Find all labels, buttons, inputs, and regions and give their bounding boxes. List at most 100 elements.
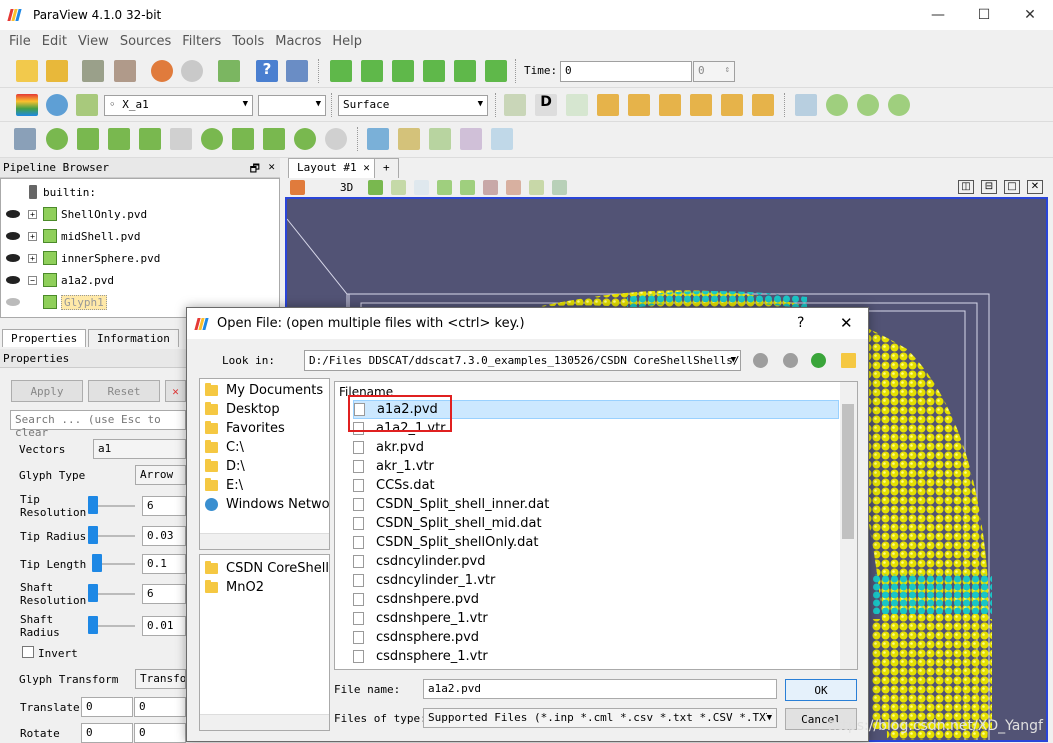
stream-tracer-icon[interactable]	[232, 128, 254, 150]
translate-y-input[interactable]: 0	[134, 697, 186, 717]
calculator-icon[interactable]	[14, 128, 36, 150]
loop-icon[interactable]	[485, 60, 507, 82]
dialog-help-button[interactable]: ?	[797, 315, 804, 331]
tip-radius-input[interactable]: 0.03	[142, 526, 186, 546]
select-points-icon[interactable]	[414, 180, 429, 195]
place-my-documents[interactable]: My Documents	[205, 381, 323, 400]
place-windows-network[interactable]: Windows Network	[205, 495, 330, 514]
tab-information[interactable]: Information	[88, 329, 179, 347]
menu-sources[interactable]: Sources	[120, 34, 171, 49]
parent-folder-icon[interactable]	[811, 353, 826, 368]
split-vertical-icon[interactable]: ◫	[958, 180, 974, 194]
save-data-icon[interactable]	[46, 60, 68, 82]
look-in-select[interactable]: D:/Files DDSCAT/ddscat7.3.0_examples_130…	[304, 350, 741, 371]
menu-help[interactable]: Help	[332, 34, 362, 49]
clip-icon[interactable]	[77, 128, 99, 150]
glyph-transform-select[interactable]: Transform	[135, 669, 186, 689]
expand-icon[interactable]: +	[28, 232, 37, 241]
component-select[interactable]: ▼	[258, 95, 326, 116]
select-surface-icon[interactable]	[391, 180, 406, 195]
tab-properties[interactable]: Properties	[2, 329, 86, 347]
view-minus-z-icon[interactable]	[752, 94, 774, 116]
group-datasets-icon[interactable]	[294, 128, 316, 150]
camera-icon[interactable]	[368, 180, 383, 195]
place-e-drive[interactable]: E:\	[205, 476, 243, 495]
forward-icon[interactable]	[783, 353, 798, 368]
undo-icon[interactable]	[151, 60, 173, 82]
tip-length-slider[interactable]	[92, 554, 102, 572]
disconnect-icon[interactable]	[114, 60, 136, 82]
extract-subset-icon[interactable]	[170, 128, 192, 150]
time-index-spinbox[interactable]: 0⇕	[693, 61, 735, 82]
minimize-button[interactable]: —	[915, 0, 961, 30]
file-row[interactable]: akr_1.vtr	[353, 457, 839, 476]
close-tab-icon[interactable]: ✕	[363, 161, 370, 174]
reset-camera-icon[interactable]	[504, 94, 526, 116]
tab-layout-1[interactable]: Layout #1 ✕	[288, 158, 379, 178]
color-map-icon[interactable]	[16, 94, 38, 116]
zoom-to-data-icon[interactable]: D	[535, 94, 557, 116]
file-row[interactable]: csdncylinder_1.vtr	[353, 571, 839, 590]
plot-data-icon[interactable]	[460, 128, 482, 150]
tip-resolution-slider[interactable]	[88, 496, 98, 514]
show-center-icon[interactable]	[795, 94, 817, 116]
invert-checkbox[interactable]	[22, 646, 34, 658]
last-frame-icon[interactable]	[454, 60, 476, 82]
pipeline-item-midshell[interactable]: + midShell.pvd	[1, 225, 279, 247]
help-icon[interactable]: ?	[256, 60, 278, 82]
back-icon[interactable]	[753, 353, 768, 368]
slice-icon[interactable]	[108, 128, 130, 150]
places-scrollbar[interactable]	[200, 533, 329, 549]
recent-mno2[interactable]: MnO2	[205, 578, 264, 597]
menu-macros[interactable]: Macros	[275, 34, 321, 49]
close-view-icon[interactable]: ✕	[1027, 180, 1043, 194]
delete-button[interactable]: ✕	[165, 380, 186, 402]
histogram-icon[interactable]	[429, 128, 451, 150]
extract-level-icon[interactable]	[325, 128, 347, 150]
connect-icon[interactable]	[82, 60, 104, 82]
menu-edit[interactable]: Edit	[42, 34, 67, 49]
view-minus-x-icon[interactable]	[628, 94, 650, 116]
ok-button[interactable]: OK	[785, 679, 857, 701]
undock-icon[interactable]: 🗗	[250, 160, 260, 179]
eye-icon[interactable]	[6, 210, 20, 218]
file-row[interactable]: CSDN_Split_shell_mid.dat	[353, 514, 839, 533]
eye-icon[interactable]	[6, 276, 20, 284]
menu-file[interactable]: File	[9, 34, 31, 49]
reset-center-icon[interactable]	[826, 94, 848, 116]
file-row[interactable]: akr.pvd	[353, 438, 839, 457]
recent-scrollbar[interactable]	[200, 714, 329, 730]
file-row[interactable]: csdnsphere_1.vtr	[353, 647, 839, 666]
color-array-select[interactable]: ◦ X_a1▼	[104, 95, 253, 116]
translate-x-input[interactable]: 0	[81, 697, 133, 717]
threshold-icon[interactable]	[139, 128, 161, 150]
shaft-resolution-input[interactable]: 6	[142, 584, 186, 604]
view-minus-y-icon[interactable]	[690, 94, 712, 116]
file-row[interactable]: csdnshpere_1.vtr	[353, 609, 839, 628]
tip-length-input[interactable]: 0.1	[142, 554, 186, 574]
scrollbar-thumb[interactable]	[842, 404, 854, 539]
eye-icon[interactable]	[6, 254, 20, 262]
view-3d-button[interactable]: 3D	[340, 181, 353, 194]
file-type-select[interactable]: Supported Files (*.inp *.cml *.csv *.txt…	[423, 708, 777, 728]
pick-center-icon[interactable]	[286, 60, 308, 82]
close-icon[interactable]: ✕	[268, 160, 275, 173]
shaft-resolution-slider[interactable]	[88, 584, 98, 602]
file-name-input[interactable]: a1a2.pvd	[423, 679, 777, 699]
view-plus-z-icon[interactable]	[721, 94, 743, 116]
play-icon[interactable]	[392, 60, 414, 82]
color-legend-icon[interactable]	[46, 94, 68, 116]
next-frame-icon[interactable]	[423, 60, 445, 82]
glyph-type-select[interactable]: Arrow	[135, 465, 186, 485]
select-frustum-icon[interactable]	[437, 180, 452, 195]
plot-over-line-icon[interactable]	[398, 128, 420, 150]
reset-button[interactable]: Reset	[88, 380, 160, 402]
rescale-icon[interactable]	[76, 94, 98, 116]
pipeline-item-a1a2[interactable]: − a1a2.pvd	[1, 269, 279, 291]
expand-icon[interactable]: +	[28, 210, 37, 219]
folder-icon[interactable]	[841, 353, 856, 368]
close-button[interactable]: ✕	[1007, 0, 1053, 30]
pipeline-item-innersphere[interactable]: + innerSphere.pvd	[1, 247, 279, 269]
clear-selection-icon[interactable]	[552, 180, 567, 195]
place-desktop[interactable]: Desktop	[205, 400, 280, 419]
